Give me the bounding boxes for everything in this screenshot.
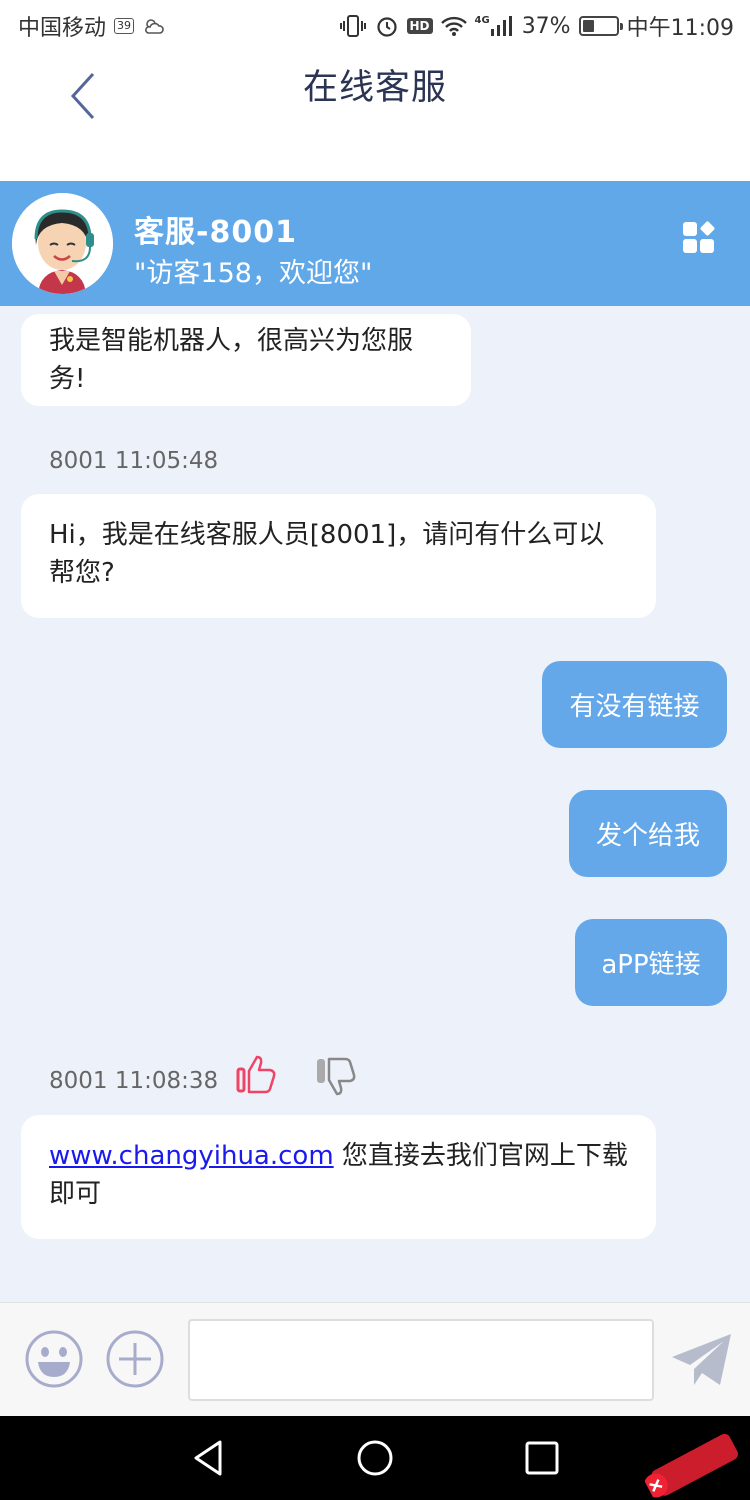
thumbs-up-icon xyxy=(236,1055,276,1094)
alarm-icon xyxy=(376,17,397,37)
status-bar: 中国移动 39 HD 4G 37% 中午11:09 xyxy=(0,0,750,52)
nav-recents-button[interactable] xyxy=(522,1438,562,1478)
input-bar xyxy=(0,1302,750,1416)
thumbs-up-button[interactable] xyxy=(236,1051,282,1097)
weather-icon xyxy=(145,19,164,34)
message-text: 有没有链接 xyxy=(569,692,700,722)
signal-group: 4G xyxy=(475,15,514,37)
message-bubble-right: 有没有链接 xyxy=(542,661,727,748)
smiley-icon xyxy=(25,1330,83,1388)
nav-back-button[interactable] xyxy=(190,1438,230,1478)
watermark-logo xyxy=(633,1412,750,1500)
battery-icon xyxy=(578,16,623,36)
agent-avatar xyxy=(12,193,113,294)
vibrate-icon xyxy=(339,15,366,37)
hd-badge: HD xyxy=(406,18,433,34)
thumbs-down-button[interactable] xyxy=(316,1054,362,1100)
message-timestamp: 8001 11:05:48 xyxy=(49,448,219,474)
message-bubble-left: 我是智能机器人，很高兴为您服务! xyxy=(21,314,471,406)
nav-home-button[interactable] xyxy=(355,1438,395,1478)
chat-area[interactable]: 我是智能机器人，很高兴为您服务! 8001 11:05:48 Hi，我是在线客服… xyxy=(0,306,750,1302)
sim-badge: 39 xyxy=(114,18,135,34)
navigation-bar xyxy=(0,1416,750,1500)
title-bar: 在线客服 xyxy=(0,52,750,180)
paper-plane-icon xyxy=(672,1334,731,1385)
signal-icon xyxy=(490,16,512,36)
thumbs-down-icon xyxy=(317,1057,356,1096)
message-input[interactable] xyxy=(188,1319,654,1401)
plus-button[interactable] xyxy=(105,1329,165,1389)
wifi-icon xyxy=(440,16,467,36)
message-bubble-right: 发个给我 xyxy=(569,790,727,877)
message-text: Hi，我是在线客服人员[8001]，请问有什么可以帮您? xyxy=(49,520,605,588)
status-left: 中国移动 39 xyxy=(18,10,166,42)
website-link[interactable]: www.changyihua.com xyxy=(49,1141,334,1171)
emoji-button[interactable] xyxy=(24,1329,84,1389)
watermark-logo-icon xyxy=(643,1433,739,1498)
agent-header: 客服-8001 "访客158，欢迎您" xyxy=(0,181,750,306)
plus-circle-icon xyxy=(106,1330,164,1388)
page-title: 在线客服 xyxy=(302,68,447,108)
circle-home-icon xyxy=(357,1440,393,1476)
send-button[interactable] xyxy=(670,1331,734,1389)
battery-fill xyxy=(582,20,595,32)
carrier-label: 中国移动 xyxy=(18,16,107,41)
message-timestamp: 8001 11:08:38 xyxy=(49,1068,219,1094)
status-right: HD 4G 37% 中午11:09 xyxy=(339,10,734,42)
triangle-back-icon xyxy=(194,1440,222,1476)
agent-greeting: "访客158，欢迎您" xyxy=(134,258,373,289)
apps-icon xyxy=(683,221,715,253)
customer-service-avatar-icon xyxy=(12,193,113,294)
message-bubble-left: Hi，我是在线客服人员[8001]，请问有什么可以帮您? xyxy=(21,494,656,618)
message-bubble-right: aPP链接 xyxy=(575,919,727,1006)
message-text: 我是智能机器人，很高兴为您服务! xyxy=(49,326,414,394)
message-text: 发个给我 xyxy=(595,821,700,851)
apps-menu-button[interactable] xyxy=(682,221,716,255)
message-text: aPP链接 xyxy=(601,950,701,980)
battery-percent: 37% xyxy=(521,13,571,39)
message-bubble-left: www.changyihua.com 您直接去我们官网上下载即可 xyxy=(21,1115,656,1239)
square-recents-icon xyxy=(525,1441,559,1475)
network-label: 4G xyxy=(474,15,490,26)
clock: 中午11:09 xyxy=(626,16,734,41)
agent-name: 客服-8001 xyxy=(134,215,297,250)
